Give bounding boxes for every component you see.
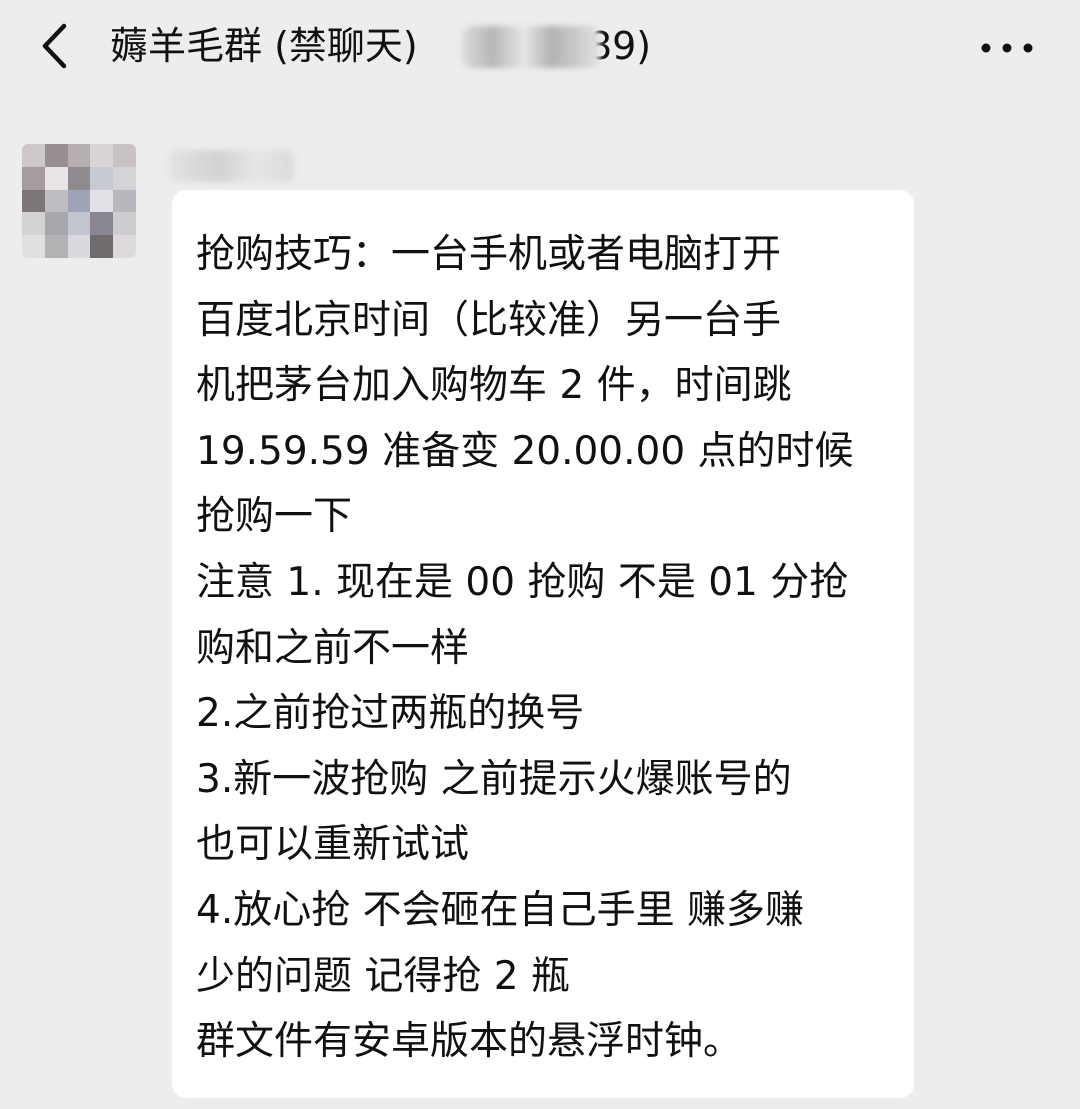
chat-header: 薅羊毛群 (禁聊天) 189) (0, 0, 1080, 96)
message-line: 机把茅台加入购物车 2 件，时间跳 (196, 363, 792, 409)
avatar-pixel (113, 212, 136, 236)
message-line: 2.之前抢过两瓶的换号 (196, 691, 585, 737)
avatar-pixel (113, 166, 136, 190)
avatar-pixel (67, 189, 91, 213)
message-line: 少的问题 记得抢 2 瓶 (196, 953, 571, 999)
message-line: 也可以重新试试 (196, 822, 470, 868)
message-line: 抢购技巧：一台手机或者电脑打开 (196, 232, 782, 277)
avatar-pixel (90, 235, 114, 258)
avatar-pixel (22, 189, 45, 213)
more-horizontal-icon[interactable] (972, 26, 1042, 70)
message-line: 购和之前不一样 (196, 625, 470, 671)
avatar-pixel (67, 235, 91, 258)
message-line: 抢购一下 (196, 494, 353, 540)
avatar-pixel (67, 166, 91, 190)
avatar-pixel (90, 166, 114, 190)
avatar-pixel (90, 144, 114, 167)
avatar[interactable] (22, 144, 136, 258)
message-line: 注意 1. 现在是 00 抢购 不是 01 分抢 (196, 559, 849, 605)
avatar-pixel (44, 212, 68, 236)
redacted-title-segment (462, 26, 600, 68)
avatar-pixel (44, 235, 68, 258)
avatar-pixel (113, 144, 136, 167)
chat-title-prefix: 薅羊毛群 (禁聊天) (110, 24, 418, 68)
message-bubble[interactable]: 抢购技巧：一台手机或者电脑打开 百度北京时间（比较准）另一台手 机把茅台加入购物… (172, 190, 914, 1098)
message-line: 4.放心抢 不会砸在自己手里 赚多赚 (196, 887, 805, 933)
message-line: 百度北京时间（比较准）另一台手 (196, 297, 782, 343)
avatar-pixel (44, 166, 68, 190)
avatar-pixel (67, 212, 91, 236)
avatar-pixel (22, 235, 45, 258)
chevron-left-icon[interactable] (30, 18, 80, 74)
avatar-pixel (113, 189, 136, 213)
avatar-pixel (90, 212, 114, 236)
message-line: 3.新一波抢购 之前提示火爆账号的 (196, 756, 792, 802)
avatar-pixel (90, 189, 114, 213)
avatar-pixel (22, 144, 45, 167)
message-line: 群文件有安卓版本的悬浮时钟。 (196, 1019, 743, 1065)
avatar-pixel (44, 189, 68, 213)
avatar-pixel (113, 235, 136, 258)
message-line: 19.59.59 准备变 20.00.00 点的时候 (196, 428, 854, 474)
avatar-pixel (44, 144, 68, 167)
avatar-pixel (22, 212, 45, 236)
avatar-pixel (67, 144, 91, 167)
avatar-pixel (22, 166, 45, 190)
sender-name-redacted (168, 150, 294, 182)
